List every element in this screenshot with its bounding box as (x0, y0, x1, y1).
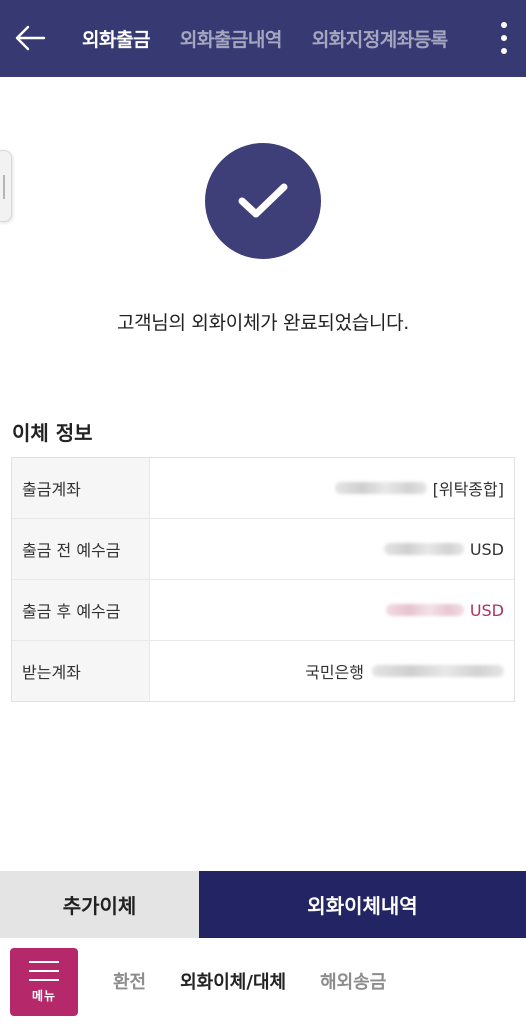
withdrawal-account-value: [위탁종합] (150, 458, 514, 518)
table-row: 받는계좌 국민은행 (12, 641, 514, 701)
masked-account-number (372, 665, 504, 677)
more-dot-icon (501, 48, 507, 54)
additional-transfer-button[interactable]: 추가이체 (0, 871, 199, 938)
success-message: 고객님의 외화이체가 완료되었습니다. (116, 312, 410, 334)
row-label: 출금계좌 (12, 458, 150, 518)
bank-name: 국민은행 (305, 663, 364, 682)
top-header: 외화출금 외화출금내역 외화지정계좌등록 (0, 0, 526, 77)
bottom-nav: 메뉴 환전 외화이체/대체 해외송금 (0, 938, 526, 1024)
masked-account-number (334, 482, 427, 494)
table-row: 출금 전 예수금 USD (12, 519, 514, 580)
nav-item-overseas-remittance[interactable]: 해외송금 (320, 968, 386, 994)
balance-after-value: USD (150, 580, 514, 640)
more-dot-icon (501, 22, 507, 28)
masked-amount (385, 604, 464, 616)
receiving-account-value: 국민은행 (150, 641, 514, 701)
bottom-action-bar: 추가이체 외화이체내역 (0, 871, 526, 938)
transfer-info-table: 출금계좌 [위탁종합] 출금 전 예수금 USD 출금 후 예수금 USD 받는… (11, 457, 515, 702)
nav-item-exchange[interactable]: 환전 (113, 968, 146, 994)
masked-amount (383, 543, 464, 555)
side-drawer-handle[interactable] (0, 150, 12, 222)
table-row: 출금계좌 [위탁종합] (12, 458, 514, 519)
transfer-info-title: 이체 정보 (12, 421, 93, 445)
page: 외화출금 외화출금내역 외화지정계좌등록 고객님의 외화이체가 완료되었습니다.… (0, 0, 526, 1024)
hamburger-icon (29, 960, 59, 981)
tab-fx-withdrawal-history[interactable]: 외화출금내역 (180, 25, 282, 52)
menu-button[interactable]: 메뉴 (10, 948, 78, 1016)
success-check-icon (205, 143, 321, 259)
currency-label: USD (469, 539, 504, 559)
more-dot-icon (501, 35, 507, 41)
tab-fx-designated-account[interactable]: 외화지정계좌등록 (312, 25, 452, 52)
back-button[interactable] (10, 18, 50, 58)
row-label: 출금 전 예수금 (12, 519, 150, 579)
tab-fx-withdrawal[interactable]: 외화출금 (82, 25, 150, 52)
checkmark-icon (238, 183, 288, 218)
bottom-nav-items: 환전 외화이체/대체 해외송금 (113, 938, 420, 1024)
nav-item-fx-transfer[interactable]: 외화이체/대체 (180, 968, 286, 994)
more-options-button[interactable] (496, 20, 512, 56)
header-tabs: 외화출금 외화출금내역 외화지정계좌등록 (82, 0, 482, 77)
row-label: 출금 후 예수금 (12, 580, 150, 640)
menu-label: 메뉴 (31, 988, 57, 1003)
balance-before-value: USD (150, 519, 514, 579)
currency-label: USD (469, 600, 504, 620)
back-arrow-icon (15, 25, 46, 51)
transfer-history-button[interactable]: 외화이체내역 (199, 871, 526, 938)
table-row: 출금 후 예수금 USD (12, 580, 514, 641)
account-type-label: [위탁종합] (432, 480, 504, 499)
row-label: 받는계좌 (12, 641, 150, 701)
